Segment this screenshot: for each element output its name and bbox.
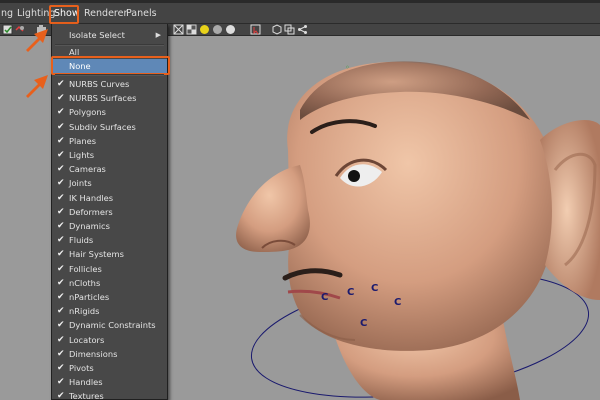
menu-item-textures[interactable]: ✔ Textures bbox=[52, 389, 167, 400]
menu-item-locators[interactable]: ✔ Locators bbox=[52, 333, 167, 347]
menu-bar: ng Lighting Show Renderer Panels bbox=[0, 0, 600, 24]
cluster-handle: C bbox=[321, 292, 328, 303]
checkmark-icon: ✔ bbox=[57, 263, 65, 274]
grey-sphere-icon[interactable] bbox=[212, 24, 223, 35]
menu-item-nrigids[interactable]: ✔ nRigids bbox=[52, 304, 167, 318]
checkmark-icon: ✔ bbox=[57, 135, 65, 146]
none-item-highlight-outline bbox=[51, 56, 170, 75]
light-sphere-icon[interactable] bbox=[199, 24, 210, 35]
checkmark-icon: ✔ bbox=[57, 107, 65, 118]
menu-item-label: Polygons bbox=[69, 107, 106, 118]
show-dropdown-menu: Isolate Select ▶ All None ✔ NURBS Curves ✔… bbox=[51, 24, 170, 400]
checkmark-icon: ✔ bbox=[57, 178, 65, 189]
cluster-handle: C bbox=[360, 318, 367, 329]
xray-icon[interactable] bbox=[186, 24, 197, 35]
isolate-icon[interactable] bbox=[284, 24, 295, 35]
menu-separator bbox=[55, 74, 164, 76]
checkmark-icon: ✔ bbox=[57, 79, 65, 89]
cluster-handle: C bbox=[371, 283, 378, 294]
menu-item-label: Dynamic Constraints bbox=[69, 320, 156, 331]
checkmark-icon: ✔ bbox=[57, 206, 65, 217]
checkmark-icon: ✔ bbox=[57, 277, 65, 288]
menu-item-deformers[interactable]: ✔ Deformers bbox=[52, 205, 167, 219]
checkmark-icon: ✔ bbox=[57, 221, 65, 231]
checkmark-icon: ✔ bbox=[57, 192, 65, 203]
share-icon[interactable] bbox=[297, 24, 308, 35]
checkmark-icon: ✔ bbox=[57, 306, 65, 317]
menu-item-renderer[interactable]: Renderer bbox=[84, 6, 127, 22]
pivot-marker: ◦ bbox=[345, 63, 350, 72]
menu-item-nurbs-surfaces[interactable]: ✔ NURBS Surfaces bbox=[52, 91, 167, 105]
menu-item-label: Textures bbox=[69, 391, 104, 400]
menu-item-label: nCloths bbox=[69, 277, 101, 288]
menu-item-subdiv-surfaces[interactable]: ✔ Subdiv Surfaces bbox=[52, 120, 167, 134]
show-menu-highlight-outline bbox=[49, 5, 79, 24]
menu-item-fluids[interactable]: ✔ Fluids bbox=[52, 233, 167, 247]
menu-item-label: Cameras bbox=[69, 164, 106, 175]
checkmark-icon: ✔ bbox=[57, 93, 65, 104]
annotation-arrow-icon bbox=[26, 29, 48, 52]
checkmark-icon: ✔ bbox=[57, 121, 65, 132]
menu-item-label: Lights bbox=[69, 150, 95, 160]
menu-item-label: Planes bbox=[69, 135, 97, 146]
checkmark-icon: ✔ bbox=[57, 164, 65, 175]
cluster-handle: C bbox=[347, 287, 354, 298]
menu-item-label: Dimensions bbox=[69, 348, 118, 359]
cluster-handle: C bbox=[394, 297, 401, 308]
menu-item-label: Pivots bbox=[69, 363, 94, 373]
menu-item-label: Hair Systems bbox=[69, 249, 124, 260]
menu-item-nurbs-curves[interactable]: ✔ NURBS Curves bbox=[52, 77, 167, 91]
menu-item-label: Dynamics bbox=[69, 221, 110, 231]
submenu-arrow-icon: ▶ bbox=[155, 31, 161, 39]
checkmark-icon: ✔ bbox=[57, 334, 65, 345]
menu-item-label: Subdiv Surfaces bbox=[69, 121, 136, 132]
menu-item-dynamics[interactable]: ✔ Dynamics bbox=[52, 219, 167, 233]
menu-item-label: NURBS Surfaces bbox=[69, 93, 137, 104]
menu-item-shading[interactable]: ng bbox=[1, 6, 13, 22]
menu-item-label: nParticles bbox=[69, 292, 110, 302]
menu-item-label: Isolate Select bbox=[69, 30, 125, 40]
menu-item-planes[interactable]: ✔ Planes bbox=[52, 134, 167, 148]
checkmark-icon: ✔ bbox=[57, 391, 65, 400]
annotation-arrow-icon bbox=[26, 75, 48, 98]
checkmark-icon: ✔ bbox=[57, 292, 65, 302]
menu-item-hair-systems[interactable]: ✔ Hair Systems bbox=[52, 247, 167, 261]
menu-item-pivots[interactable]: ✔ Pivots bbox=[52, 361, 167, 375]
menu-item-ncloths[interactable]: ✔ nCloths bbox=[52, 276, 167, 290]
menu-item-polygons[interactable]: ✔ Polygons bbox=[52, 105, 167, 119]
menu-item-follicles[interactable]: ✔ Follicles bbox=[52, 262, 167, 276]
checkmark-icon: ✔ bbox=[57, 320, 65, 331]
menu-item-lights[interactable]: ✔ Lights bbox=[52, 148, 167, 162]
menu-item-label: Fluids bbox=[69, 235, 94, 246]
menu-item-panels[interactable]: Panels bbox=[126, 6, 157, 22]
checkmark-icon: ✔ bbox=[57, 235, 65, 246]
bookmark-icon[interactable] bbox=[271, 24, 282, 35]
wireframe-shaded-icon[interactable] bbox=[173, 24, 184, 35]
menu-item-label: Deformers bbox=[69, 206, 113, 217]
checkmark-icon: ✔ bbox=[57, 249, 65, 260]
menu-item-label: Locators bbox=[69, 334, 105, 345]
smooth-sphere-icon[interactable] bbox=[225, 24, 236, 35]
checkmark-icon: ✔ bbox=[57, 363, 65, 373]
menu-item-handles[interactable]: ✔ Handles bbox=[52, 375, 167, 389]
menu-item-label: nRigids bbox=[69, 306, 100, 317]
menu-item-joints[interactable]: ✔ Joints bbox=[52, 176, 167, 190]
menu-item-nparticles[interactable]: ✔ nParticles bbox=[52, 290, 167, 304]
menu-item-label: IK Handles bbox=[69, 192, 114, 203]
menu-item-cameras[interactable]: ✔ Cameras bbox=[52, 162, 167, 176]
checkmark-icon: ✔ bbox=[57, 150, 65, 160]
menu-item-label: Handles bbox=[69, 377, 103, 388]
menu-item-isolate-select[interactable]: Isolate Select ▶ bbox=[52, 28, 167, 42]
checkbox-icon[interactable] bbox=[2, 24, 13, 35]
menu-item-ik-handles[interactable]: ✔ IK Handles bbox=[52, 191, 167, 205]
select-camera-icon[interactable] bbox=[250, 24, 262, 35]
menu-item-label: Follicles bbox=[69, 263, 102, 274]
menu-item-dimensions[interactable]: ✔ Dimensions bbox=[52, 347, 167, 361]
checkmark-icon: ✔ bbox=[57, 348, 65, 359]
menu-item-label: Joints bbox=[69, 178, 92, 189]
checkmark-icon: ✔ bbox=[57, 377, 65, 388]
menu-item-label: NURBS Curves bbox=[69, 79, 130, 89]
menu-item-dynamic-constraints[interactable]: ✔ Dynamic Constraints bbox=[52, 318, 167, 332]
